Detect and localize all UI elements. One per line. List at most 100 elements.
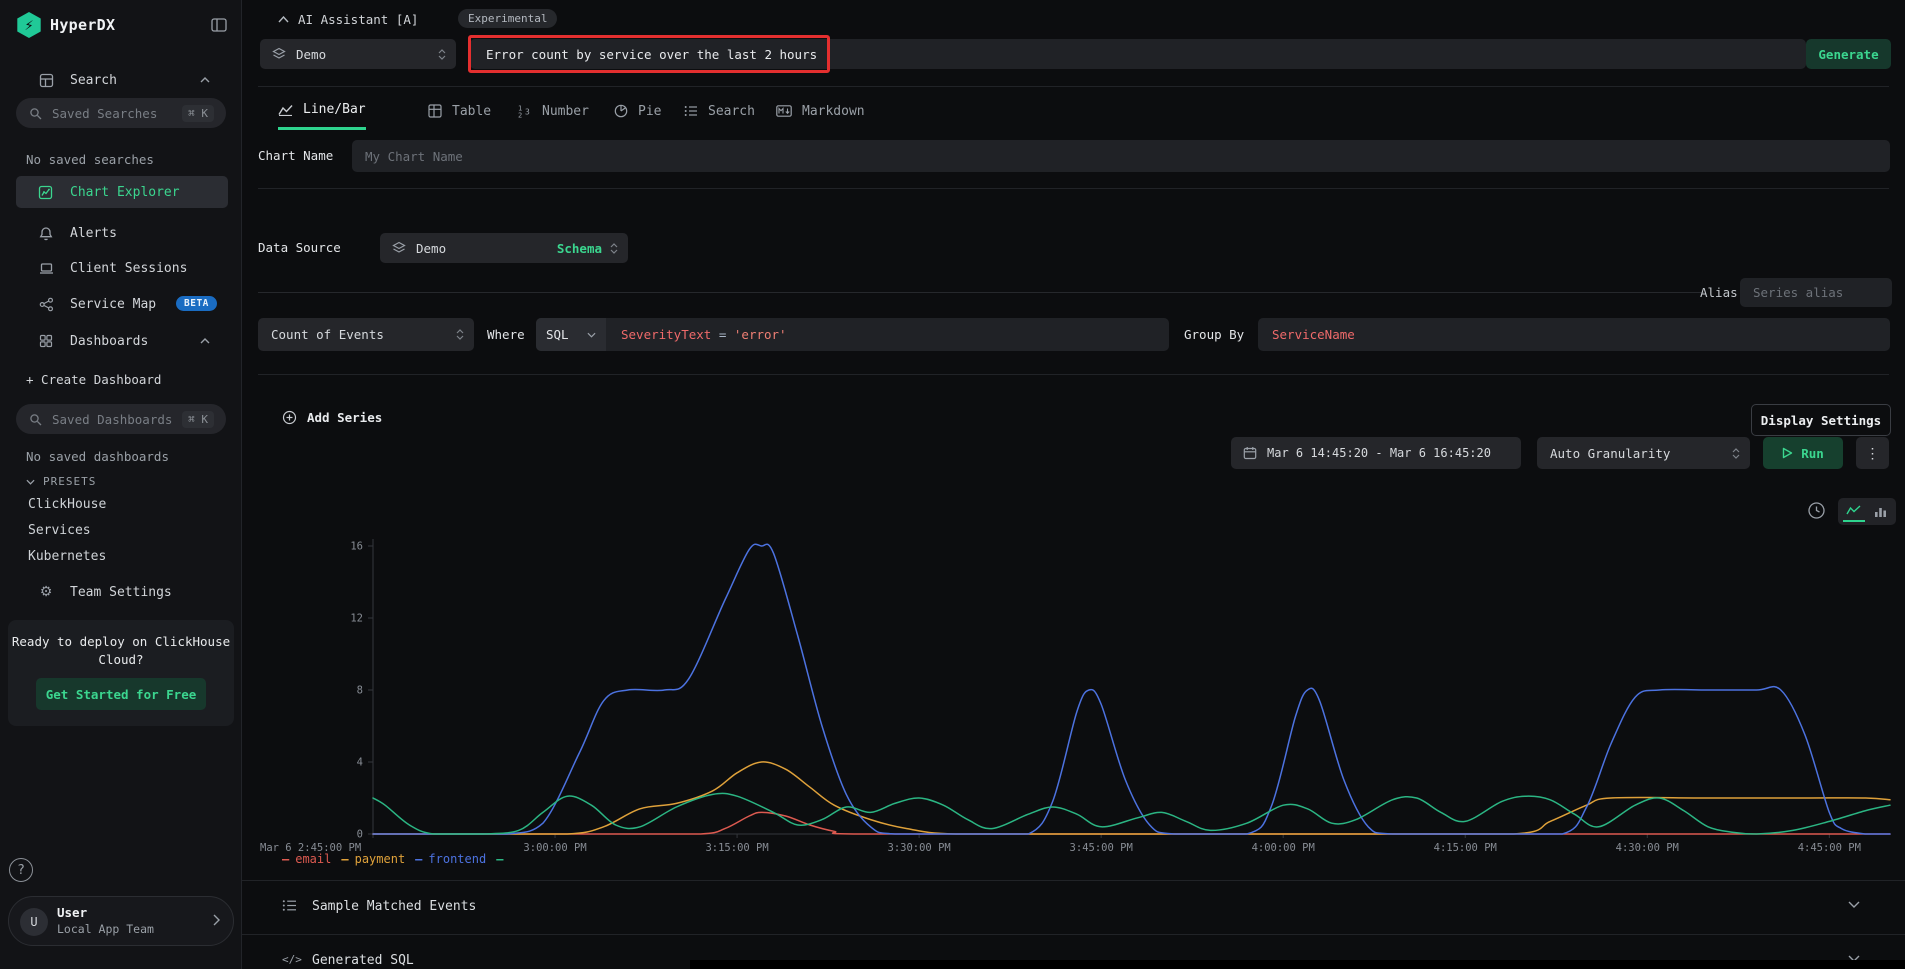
user-menu[interactable]: U User Local App Team — [8, 896, 234, 946]
assistant-title: AI Assistant [A] — [298, 12, 418, 27]
select-chevrons-icon — [610, 243, 628, 254]
chart-name-label: Chart Name — [258, 148, 333, 163]
language-value: SQL — [546, 327, 569, 342]
aggregation-select[interactable]: Count of Events — [258, 318, 474, 351]
experimental-badge: Experimental — [458, 9, 557, 28]
chart-name-input[interactable] — [352, 140, 1890, 172]
search-icon — [29, 413, 42, 426]
legend-item-payment[interactable]: —payment — [341, 852, 405, 866]
collapse-sidebar-icon[interactable] — [208, 15, 230, 35]
select-chevrons-icon — [438, 49, 456, 60]
time-format-clock-icon[interactable] — [1807, 501, 1826, 520]
user-team: Local App Team — [57, 922, 154, 936]
presets-header[interactable]: PRESETS — [26, 475, 96, 488]
assistant-source-select[interactable]: Demo — [260, 39, 456, 69]
tab-pie[interactable]: Pie — [614, 92, 661, 130]
language-select[interactable]: SQL — [536, 318, 606, 351]
markdown-icon — [776, 105, 792, 117]
bar-chart-toggle-icon[interactable] — [1869, 501, 1891, 522]
saved-searches-field[interactable] — [52, 106, 172, 121]
sidebar-item-alerts[interactable]: Alerts — [0, 219, 242, 247]
chart-name-input-wrap — [352, 140, 1890, 172]
svg-text:4:00:00 PM: 4:00:00 PM — [1252, 842, 1315, 854]
sidebar-item-client-sessions[interactable]: Client Sessions — [0, 254, 242, 282]
svg-text:0: 0 — [357, 829, 363, 841]
legend-item-frontend[interactable]: —frontend — [415, 852, 486, 866]
preset-services[interactable]: Services — [28, 523, 91, 538]
svg-text:8: 8 — [357, 685, 363, 697]
legend-dash-icon: — — [282, 852, 288, 866]
group-by-label: Group By — [1184, 327, 1244, 342]
time-range-value: Mar 6 14:45:20 - Mar 6 16:45:20 — [1267, 446, 1491, 460]
chart-legend: —email—payment—frontend— — [282, 852, 502, 866]
display-settings-button[interactable]: Display Settings — [1751, 404, 1891, 436]
sidebar: ⚡ HyperDX Search ⌘ K No saved searches — [0, 0, 242, 969]
search-icon — [29, 107, 42, 120]
timeseries-chart[interactable]: 0481216Mar 6 2:45:00 PM3:00:00 PM3:15:00… — [242, 533, 1905, 868]
sidebar-item-label: Client Sessions — [70, 261, 187, 276]
main-content: AI Assistant [A] Experimental Demo Gener… — [242, 0, 1905, 969]
number-icon: 123 — [518, 104, 532, 118]
assistant-prompt-input[interactable] — [486, 39, 1786, 69]
svg-text:3:30:00 PM: 3:30:00 PM — [888, 842, 951, 854]
table-icon — [428, 104, 442, 118]
add-series-label: Add Series — [307, 410, 382, 425]
time-range-picker[interactable]: Mar 6 14:45:20 - Mar 6 16:45:20 — [1231, 437, 1521, 469]
collapse-assistant-icon[interactable] — [278, 16, 289, 23]
granularity-select[interactable]: Auto Granularity — [1537, 437, 1750, 469]
more-options-button[interactable]: ⋮ — [1856, 437, 1889, 469]
aggregation-value: Count of Events — [271, 327, 384, 342]
sample-matched-events-section[interactable]: Sample Matched Events — [242, 881, 1905, 933]
alias-label: Alias — [1700, 285, 1738, 300]
chevron-up-icon — [200, 338, 210, 344]
svg-text:4:45:00 PM: 4:45:00 PM — [1798, 842, 1861, 854]
sidebar-item-service-map[interactable]: Service Map BETA — [0, 290, 242, 318]
where-expression[interactable]: SeverityText = 'error' — [621, 327, 787, 342]
get-started-button[interactable]: Get Started for Free — [36, 678, 206, 710]
series-alias-input[interactable] — [1740, 278, 1892, 307]
sidebar-item-team-settings[interactable]: ⚙ Team Settings — [0, 578, 242, 606]
preset-clickhouse[interactable]: ClickHouse — [28, 497, 106, 512]
where-clause-editor[interactable]: SQL SeverityText = 'error' — [536, 318, 1169, 351]
svg-text:4: 4 — [357, 757, 363, 769]
sidebar-item-label: Search — [70, 73, 117, 88]
generate-button[interactable]: Generate — [1806, 39, 1891, 69]
sql-value-token: 'error' — [734, 327, 787, 342]
chart-explorer-icon — [38, 185, 53, 200]
no-saved-searches-text: No saved searches — [26, 152, 154, 167]
sidebar-item-dashboards[interactable]: Dashboards — [0, 327, 242, 355]
preset-kubernetes[interactable]: Kubernetes — [28, 549, 106, 564]
tab-search[interactable]: Search — [684, 92, 755, 130]
sql-field-token: SeverityText — [621, 327, 711, 342]
tab-table[interactable]: Table — [428, 92, 491, 130]
tab-label: Line/Bar — [303, 102, 366, 117]
avatar: U — [20, 908, 48, 936]
hyperdx-logo-icon: ⚡ — [16, 12, 42, 38]
tab-line-bar[interactable]: Line/Bar — [278, 92, 366, 130]
group-by-input[interactable]: ServiceName — [1258, 318, 1890, 351]
saved-searches-input[interactable]: ⌘ K — [16, 98, 226, 128]
tab-number[interactable]: 123 Number — [518, 92, 589, 130]
laptop-icon — [38, 260, 54, 276]
sidebar-item-chart-explorer[interactable]: Chart Explorer — [16, 176, 228, 208]
series-alias-input-wrap — [1740, 278, 1892, 307]
legend-item-email[interactable]: —email — [282, 852, 331, 866]
help-button[interactable]: ? — [9, 858, 33, 882]
sidebar-item-search[interactable]: Search — [0, 66, 242, 94]
line-chart-toggle-icon[interactable] — [1843, 501, 1865, 522]
shortcut-badge: ⌘ K — [182, 105, 214, 122]
run-button[interactable]: Run — [1763, 437, 1843, 469]
tab-label: Markdown — [802, 104, 865, 119]
tab-markdown[interactable]: Markdown — [776, 92, 865, 130]
legend-item-unnamed[interactable]: — — [496, 852, 502, 866]
legend-label: payment — [355, 852, 406, 866]
search-section-icon — [38, 72, 54, 88]
add-series-button[interactable]: Add Series — [282, 410, 382, 425]
chevron-down-icon — [1848, 901, 1860, 908]
schema-link[interactable]: Schema — [557, 241, 602, 256]
create-dashboard-button[interactable]: + Create Dashboard — [26, 372, 161, 387]
saved-dashboards-field[interactable] — [52, 412, 172, 427]
data-source-select[interactable]: Demo Schema — [380, 233, 628, 263]
saved-dashboards-input[interactable]: ⌘ K — [16, 404, 226, 434]
shortcut-badge: ⌘ K — [182, 411, 214, 428]
